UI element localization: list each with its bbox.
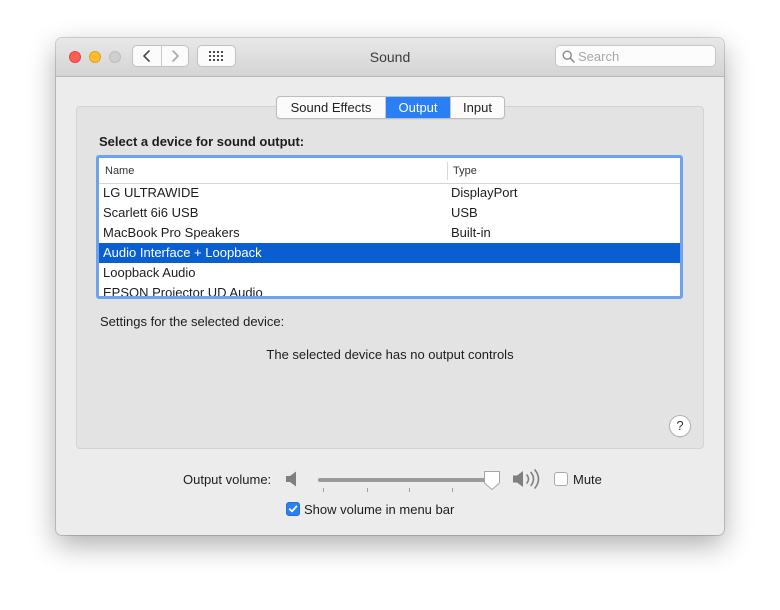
column-header-name[interactable]: Name [105, 165, 134, 177]
show-volume-label[interactable]: Show volume in menu bar [304, 502, 454, 517]
device-name: MacBook Pro Speakers [103, 225, 240, 240]
search-input[interactable] [578, 48, 708, 64]
speaker-high-icon [513, 469, 540, 489]
table-header: Name Type [99, 158, 680, 184]
table-row[interactable]: MacBook Pro Speakers Built-in [99, 223, 680, 243]
show-volume-checkbox[interactable] [286, 502, 300, 516]
device-type: DisplayPort [451, 185, 518, 200]
output-device-table[interactable]: Name Type LG ULTRAWIDE DisplayPort Scarl… [96, 155, 683, 299]
tab-output[interactable]: Output [386, 97, 450, 118]
sound-preferences-window: Sound Sound Effects Output Input Select … [56, 38, 724, 535]
column-header-type[interactable]: Type [453, 165, 477, 177]
device-type: Built-in [451, 225, 491, 240]
search-field[interactable] [555, 45, 716, 67]
table-row[interactable]: LG ULTRAWIDE DisplayPort [99, 183, 680, 203]
slider-tick [367, 488, 368, 492]
search-icon [562, 50, 575, 63]
mute-checkbox[interactable] [554, 472, 568, 486]
checkmark-icon [288, 505, 298, 513]
slider-tick [409, 488, 410, 492]
column-divider[interactable] [447, 162, 448, 180]
settings-heading: Settings for the selected device: [100, 314, 285, 329]
table-row[interactable]: Loopback Audio [99, 263, 680, 283]
volume-slider-fill [318, 478, 493, 482]
speaker-low-icon [286, 471, 296, 487]
device-name: Audio Interface + Loopback [103, 245, 262, 260]
device-name: Scarlett 6i6 USB [103, 205, 199, 220]
no-controls-message: The selected device has no output contro… [266, 347, 514, 362]
table-row[interactable]: EPSON Projector UD Audio [99, 283, 680, 299]
device-name: LG ULTRAWIDE [103, 185, 200, 200]
device-name: Loopback Audio [103, 265, 196, 280]
title-bar[interactable]: Sound [56, 38, 724, 77]
table-row[interactable]: Scarlett 6i6 USB USB [99, 203, 680, 223]
tab-input[interactable]: Input [450, 97, 504, 118]
device-name: EPSON Projector UD Audio [103, 285, 263, 299]
table-row-selected[interactable]: Audio Interface + Loopback [99, 243, 680, 263]
slider-tick [323, 488, 324, 492]
slider-tick [452, 488, 453, 492]
tab-bar: Sound Effects Output Input [276, 96, 505, 119]
help-button[interactable]: ? [669, 415, 691, 437]
device-type: USB [451, 205, 478, 220]
mute-label[interactable]: Mute [573, 472, 602, 487]
volume-slider[interactable] [318, 478, 496, 482]
select-device-heading: Select a device for sound output: [99, 134, 305, 149]
tab-sound-effects[interactable]: Sound Effects [277, 97, 386, 118]
output-volume-label: Output volume: [183, 472, 272, 487]
volume-slider-thumb[interactable] [483, 470, 501, 491]
